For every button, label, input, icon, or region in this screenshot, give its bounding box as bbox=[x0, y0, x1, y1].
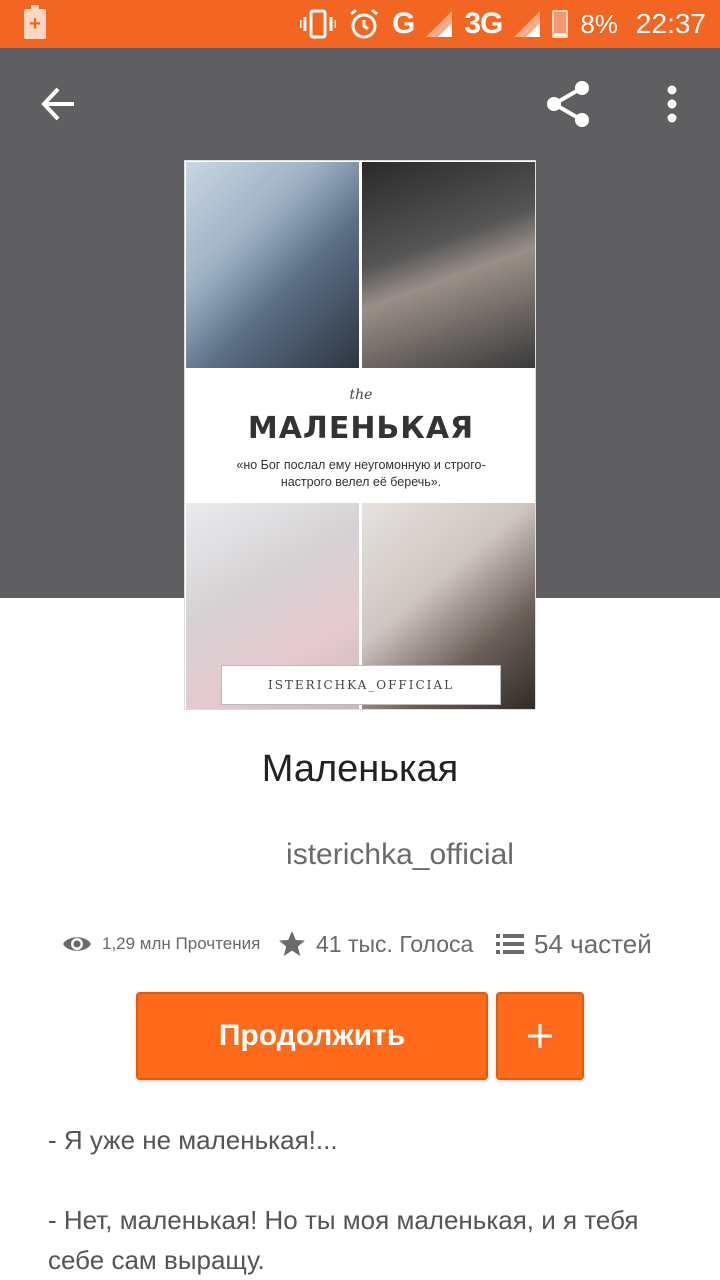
signal-icon-2 bbox=[514, 11, 541, 37]
description-line: - Я уже не маленькая!... bbox=[48, 1125, 338, 1155]
stat-reads: 1,29 млн Прочтения bbox=[62, 920, 260, 968]
back-button[interactable] bbox=[30, 76, 86, 132]
story-description: - Я уже не маленькая!... - Нет, маленька… bbox=[48, 1120, 668, 1280]
vibrate-icon bbox=[299, 0, 336, 48]
battery-icon bbox=[552, 10, 569, 38]
stat-votes: 41 тыс. Голоса bbox=[278, 920, 473, 968]
status-icons: G 3G 8% 22:37 bbox=[299, 0, 706, 48]
network-type-label-2: 3G bbox=[464, 7, 503, 40]
stat-votes-label: 41 тыс. Голоса bbox=[316, 930, 474, 957]
cover-author: ISTERICHKA_OFFICIAL bbox=[267, 678, 455, 692]
share-button[interactable] bbox=[538, 74, 598, 134]
clock: 22:37 bbox=[635, 8, 706, 39]
battery-charging-icon: + bbox=[24, 5, 46, 39]
back-arrow-icon bbox=[41, 87, 74, 121]
story-title: Маленькая bbox=[261, 748, 459, 790]
network-type-label: G bbox=[391, 7, 415, 40]
continue-reading-button[interactable]: Продолжить bbox=[136, 992, 488, 1080]
eye-icon bbox=[63, 937, 91, 951]
stat-parts-label: 54 частей bbox=[534, 928, 652, 959]
stat-parts[interactable]: 54 частей bbox=[496, 920, 652, 968]
plus-icon bbox=[528, 1024, 552, 1048]
more-vertical-icon bbox=[667, 85, 677, 123]
battery-percent: 8% bbox=[580, 8, 618, 39]
cover-photo-hands bbox=[362, 162, 535, 368]
star-icon bbox=[279, 931, 305, 956]
story-stats: 1,29 млн Прочтения 41 тыс. Голоса 54 час… bbox=[62, 920, 682, 968]
signal-icon bbox=[426, 11, 453, 37]
list-icon bbox=[496, 934, 524, 954]
status-bar: + G 3G 8% 22:37 bbox=[0, 0, 720, 48]
continue-reading-label: Продолжить bbox=[218, 1019, 406, 1052]
alarm-icon bbox=[348, 0, 380, 48]
cover-the-label: the bbox=[349, 387, 373, 403]
cover-photo-couple bbox=[186, 162, 359, 368]
more-options-button[interactable] bbox=[648, 74, 696, 134]
cover-title: МАЛЕНЬКАЯ bbox=[247, 411, 475, 446]
story-author-link[interactable]: isterichka_official bbox=[0, 838, 720, 872]
stat-reads-label: 1,29 млн Прочтения bbox=[102, 934, 261, 953]
share-icon bbox=[547, 81, 589, 127]
story-cover[interactable]: the МАЛЕНЬКАЯ «но Бог послал ему неугомо… bbox=[184, 160, 536, 710]
cover-author-box: ISTERICHKA_OFFICIAL bbox=[221, 665, 501, 705]
description-line: - Нет, маленькая! Но ты моя маленькая, и… bbox=[48, 1205, 639, 1275]
add-to-library-button[interactable] bbox=[496, 992, 584, 1080]
cover-quote: «но Бог послал ему неугомонную и строго-… bbox=[236, 458, 486, 489]
